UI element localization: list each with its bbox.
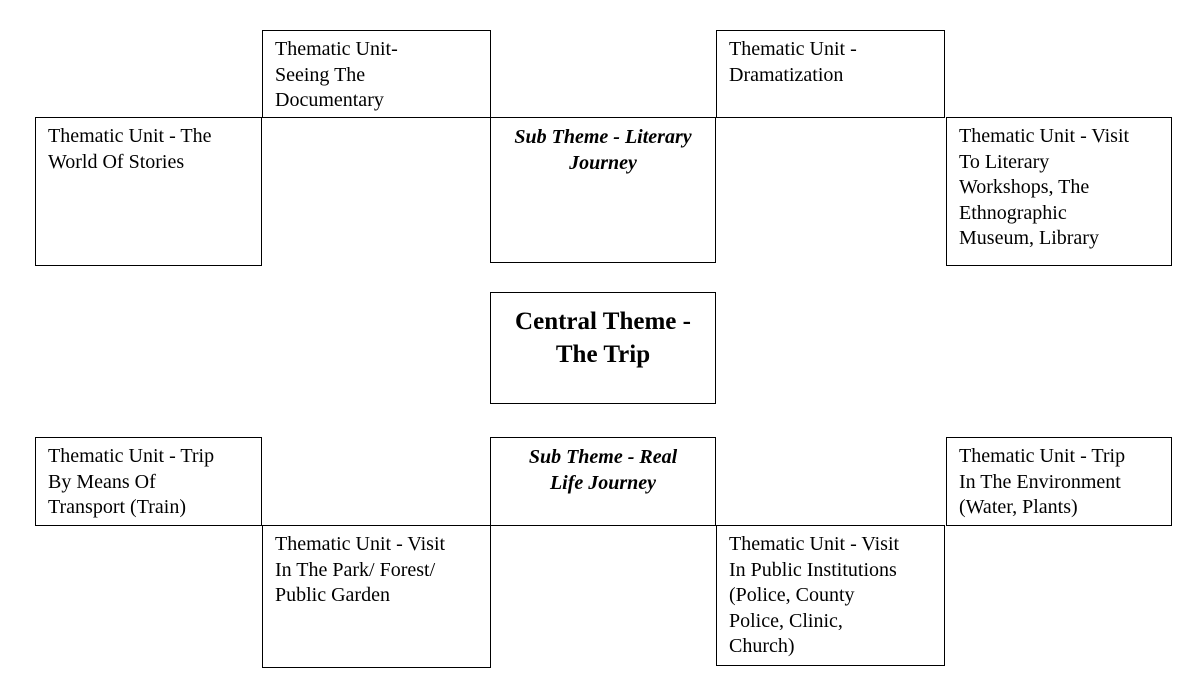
node-thematic-unit-the-world-of-stories[interactable]: Thematic Unit - The World Of Stories [35, 117, 262, 266]
node-thematic-unit-trip-by-means-of-transport[interactable]: Thematic Unit - Trip By Means Of Transpo… [35, 437, 262, 526]
concept-map-canvas: Thematic Unit- Seeing The Documentary Th… [0, 0, 1191, 687]
node-thematic-unit-visit-to-literary-workshops[interactable]: Thematic Unit - Visit To Literary Worksh… [946, 117, 1172, 266]
node-sub-theme-real-life-journey[interactable]: Sub Theme - Real Life Journey [490, 437, 716, 526]
node-label: Thematic Unit - Visit To Literary Worksh… [959, 125, 1130, 250]
node-label: Sub Theme - Literary Journey [514, 126, 692, 174]
node-sub-theme-literary-journey[interactable]: Sub Theme - Literary Journey [490, 117, 716, 263]
node-thematic-unit-seeing-the-documentary[interactable]: Thematic Unit- Seeing The Documentary [262, 30, 491, 118]
node-label: Sub Theme - Real Life Journey [528, 446, 678, 494]
node-label: Thematic Unit - The World Of Stories [48, 125, 212, 173]
node-label: Thematic Unit - Dramatization [729, 38, 857, 86]
node-thematic-unit-trip-in-the-environment[interactable]: Thematic Unit - Trip In The Environment … [946, 437, 1172, 526]
node-label: Thematic Unit - Trip By Means Of Transpo… [48, 445, 215, 519]
node-central-theme-the-trip[interactable]: Central Theme - The Trip [490, 292, 716, 404]
node-thematic-unit-visit-in-public-institutions[interactable]: Thematic Unit - Visit In Public Institut… [716, 525, 945, 666]
node-label: Thematic Unit - Trip In The Environment … [959, 445, 1126, 519]
node-thematic-unit-visit-in-the-park-forest-public-garden[interactable]: Thematic Unit - Visit In The Park/ Fores… [262, 525, 491, 668]
node-label: Central Theme - The Trip [515, 308, 691, 368]
node-thematic-unit-dramatization[interactable]: Thematic Unit - Dramatization [716, 30, 945, 118]
node-label: Thematic Unit- Seeing The Documentary [275, 38, 398, 112]
node-label: Thematic Unit - Visit In The Park/ Fores… [275, 533, 446, 607]
node-label: Thematic Unit - Visit In Public Institut… [729, 533, 900, 658]
